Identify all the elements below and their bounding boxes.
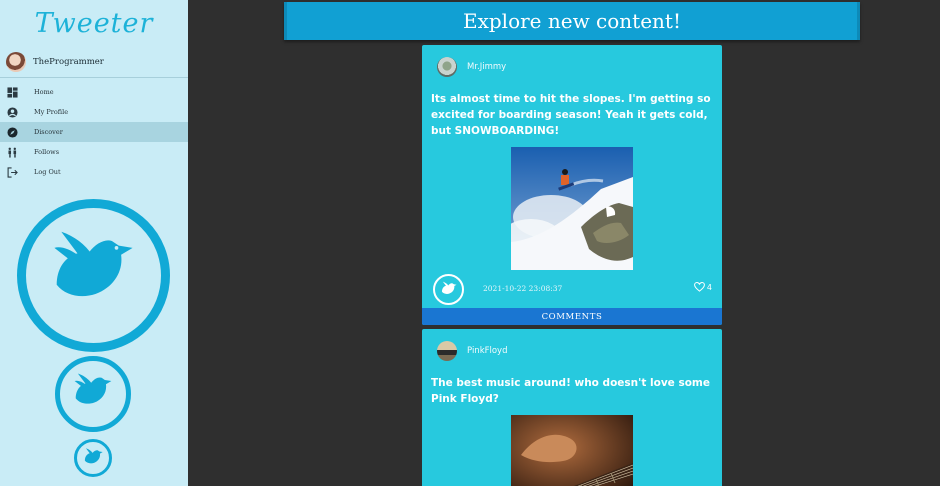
bird-icon bbox=[54, 231, 133, 297]
account-circle-icon bbox=[7, 106, 18, 118]
avatar bbox=[437, 57, 457, 77]
post-text: The best music around! who doesn't love … bbox=[431, 377, 710, 405]
sidebar-item-label: Log Out bbox=[34, 168, 61, 176]
like-button[interactable]: 4 bbox=[693, 282, 712, 292]
bird-icon bbox=[441, 281, 457, 294]
dashboard-icon bbox=[7, 86, 18, 98]
sidebar-item-label: My Profile bbox=[34, 108, 69, 116]
post-card: PinkFloyd The best music around! who doe… bbox=[422, 329, 722, 486]
guitar-photo bbox=[511, 415, 633, 486]
bird-logo-small bbox=[74, 439, 112, 477]
post-card: Mr.Jimmy Its almost time to hit the slop… bbox=[422, 45, 722, 325]
post-timestamp: 2021-10-22 23:08:37 bbox=[483, 284, 563, 293]
logout-icon bbox=[7, 166, 18, 178]
post-header[interactable]: Mr.Jimmy bbox=[422, 45, 722, 89]
sidebar-item-label: Follows bbox=[34, 148, 60, 156]
sidebar-item-label: Discover bbox=[34, 128, 63, 136]
sidebar-item-label: Home bbox=[34, 88, 54, 96]
current-user-name: TheProgrammer bbox=[33, 56, 104, 67]
comments-button[interactable]: COMMENTS bbox=[422, 308, 722, 325]
snowboarder-photo bbox=[511, 147, 633, 270]
brand-logo[interactable]: Tweeter bbox=[0, 0, 188, 46]
post-username: PinkFloyd bbox=[467, 346, 508, 356]
post-image[interactable] bbox=[511, 415, 633, 486]
avatar bbox=[437, 341, 457, 361]
post-header[interactable]: PinkFloyd bbox=[422, 329, 722, 373]
comments-label: COMMENTS bbox=[541, 311, 603, 322]
page-title: Explore new content! bbox=[462, 9, 682, 33]
sidebar-item-follows[interactable]: Follows bbox=[0, 142, 188, 162]
people-icon bbox=[7, 147, 18, 158]
sidebar: Tweeter TheProgrammer Home My Profile Di… bbox=[0, 0, 188, 486]
sidebar-item-discover[interactable]: Discover bbox=[0, 122, 188, 142]
post-image[interactable] bbox=[511, 147, 633, 270]
avatar bbox=[6, 51, 26, 72]
page-title-banner: Explore new content! bbox=[284, 2, 860, 40]
sidebar-nav: Home My Profile Discover Follows Log Out bbox=[0, 78, 188, 182]
bird-logo-large bbox=[17, 199, 170, 352]
sidebar-item-home[interactable]: Home bbox=[0, 82, 188, 102]
sidebar-item-my-profile[interactable]: My Profile bbox=[0, 102, 188, 122]
heart-icon bbox=[693, 282, 705, 292]
bird-icon bbox=[84, 448, 103, 464]
like-count: 4 bbox=[706, 282, 712, 292]
bird-logo-medium bbox=[55, 356, 131, 432]
current-user[interactable]: TheProgrammer bbox=[0, 46, 188, 78]
compass-icon bbox=[7, 126, 18, 138]
post-footer: 2021-10-22 23:08:37 4 bbox=[422, 270, 722, 308]
bird-logo-badge bbox=[433, 274, 464, 305]
post-text: Its almost time to hit the slopes. I'm g… bbox=[431, 93, 711, 137]
sidebar-item-logout[interactable]: Log Out bbox=[0, 162, 188, 182]
brand-name: Tweeter bbox=[34, 7, 154, 39]
post-username: Mr.Jimmy bbox=[467, 62, 507, 72]
bird-icon bbox=[74, 373, 112, 404]
